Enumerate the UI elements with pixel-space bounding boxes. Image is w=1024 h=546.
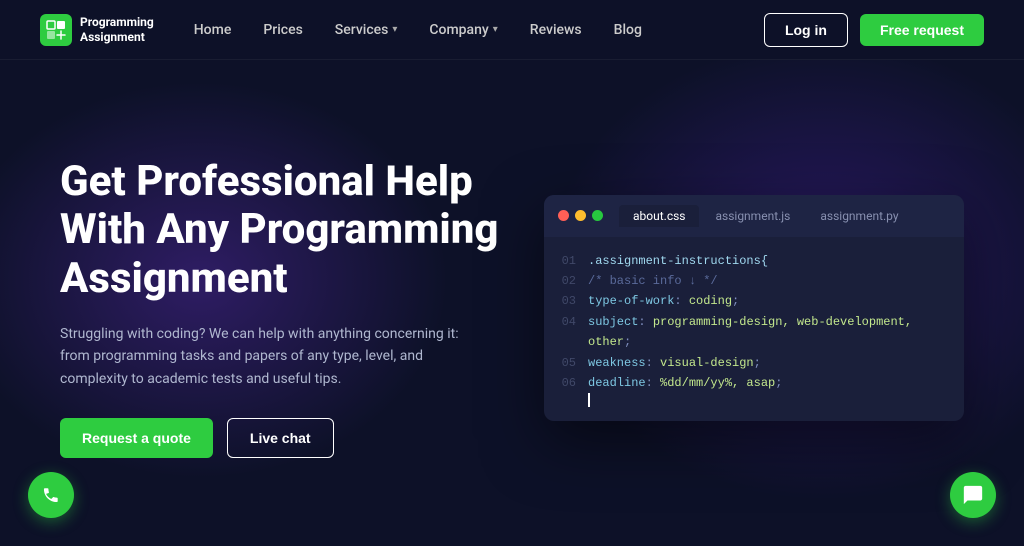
window-close-dot xyxy=(558,210,569,221)
brand-logo[interactable]: Programming Assignment xyxy=(40,14,154,46)
tab-assignment-js[interactable]: assignment.js xyxy=(701,205,804,227)
tab-about-css[interactable]: about.css xyxy=(619,205,699,227)
hero-title: Get Professional Help With Any Programmi… xyxy=(60,158,512,303)
tab-assignment-py[interactable]: assignment.py xyxy=(806,205,912,227)
navbar: Programming Assignment Home Prices Servi… xyxy=(0,0,1024,60)
window-minimize-dot xyxy=(575,210,586,221)
nav-actions: Log in Free request xyxy=(764,13,984,47)
code-line-5: 05 weakness: visual-design; xyxy=(560,353,948,373)
window-maximize-dot xyxy=(592,210,603,221)
code-line-6: 06 deadline: %dd/mm/yy%, asap; xyxy=(560,373,948,393)
login-button[interactable]: Log in xyxy=(764,13,848,47)
phone-icon xyxy=(40,484,62,506)
cursor xyxy=(588,393,590,407)
hero-right: about.css assignment.js assignment.py 01… xyxy=(512,195,964,422)
code-line-3: 03 type-of-work: coding; xyxy=(560,291,948,311)
brand-name: Programming Assignment xyxy=(80,15,154,44)
code-line-4: 04 subject: programming-design, web-deve… xyxy=(560,312,948,353)
code-line-1: 01 .assignment-instructions{ xyxy=(560,251,948,271)
hero-subtitle: Struggling with coding? We can help with… xyxy=(60,323,480,390)
hero-section: Get Professional Help With Any Programmi… xyxy=(0,60,1024,546)
editor-titlebar: about.css assignment.js assignment.py xyxy=(544,195,964,237)
nav-links: Home Prices Services ▾ Company ▾ Reviews… xyxy=(194,22,764,38)
nav-company[interactable]: Company ▾ xyxy=(429,22,497,38)
editor-tabs: about.css assignment.js assignment.py xyxy=(619,205,913,227)
phone-float-button[interactable] xyxy=(28,472,74,518)
code-line-2: 02 /* basic info ↓ */ xyxy=(560,271,948,291)
live-chat-button[interactable]: Live chat xyxy=(227,418,334,458)
nav-prices[interactable]: Prices xyxy=(263,22,302,38)
nav-services[interactable]: Services ▾ xyxy=(335,22,398,38)
chat-icon xyxy=(962,484,984,506)
code-line-7 xyxy=(560,393,948,407)
services-chevron-icon: ▾ xyxy=(392,24,397,35)
free-request-button[interactable]: Free request xyxy=(860,14,984,46)
company-chevron-icon: ▾ xyxy=(493,24,498,35)
nav-blog[interactable]: Blog xyxy=(614,22,642,38)
code-editor: about.css assignment.js assignment.py 01… xyxy=(544,195,964,422)
request-quote-button[interactable]: Request a quote xyxy=(60,418,213,458)
logo-icon xyxy=(40,14,72,46)
nav-home[interactable]: Home xyxy=(194,22,232,38)
editor-body: 01 .assignment-instructions{ 02 /* basic… xyxy=(544,237,964,422)
hero-buttons: Request a quote Live chat xyxy=(60,418,512,458)
hero-left: Get Professional Help With Any Programmi… xyxy=(60,158,512,458)
chat-float-button[interactable] xyxy=(950,472,996,518)
nav-reviews[interactable]: Reviews xyxy=(530,22,582,38)
